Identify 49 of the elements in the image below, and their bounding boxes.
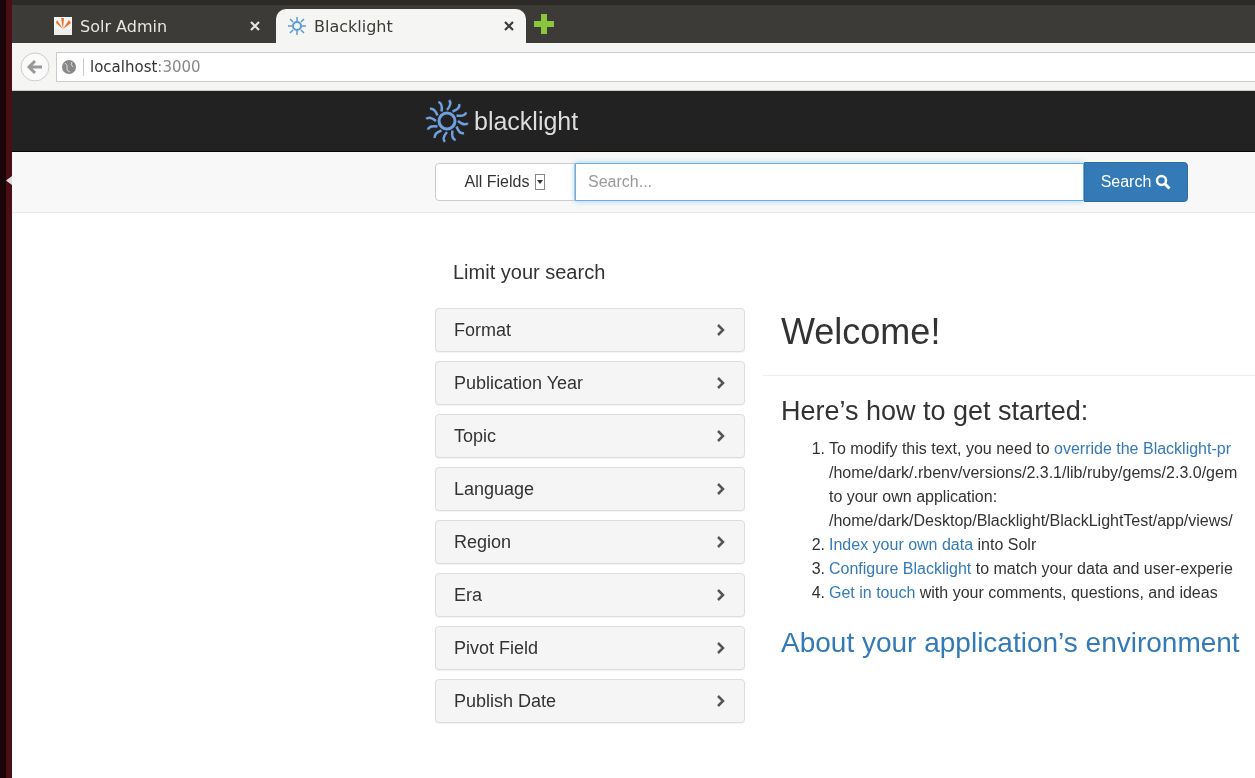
- step-text: Configure Blacklight to match your data and user-experie: [829, 559, 1233, 579]
- close-icon[interactable]: [504, 21, 514, 31]
- step-text: /home/dark/Desktop/Blacklight/BlackLightTest/app/views/: [829, 511, 1234, 531]
- facet-header[interactable]: Era: [435, 573, 745, 617]
- search-field[interactable]: Search...: [575, 163, 1084, 201]
- link[interactable]: Index your own data: [829, 536, 974, 553]
- field-select[interactable]: All Fields: [435, 163, 575, 201]
- list-number: 3.: [810, 559, 825, 579]
- browser-tab[interactable]: Blacklight: [276, 9, 526, 43]
- step-text: to your own application:: [829, 487, 999, 507]
- browser-tab[interactable]: Solr Admin: [42, 9, 272, 43]
- chevron-icon: [716, 324, 726, 336]
- list-number: 2.: [810, 535, 825, 555]
- facet-header[interactable]: Pivot Field: [435, 626, 745, 670]
- link[interactable]: Get in touch: [829, 584, 916, 601]
- search-button[interactable]: Search: [1084, 162, 1188, 202]
- page-title: Welcome!: [763, 311, 1255, 376]
- facet-header[interactable]: Region: [435, 520, 745, 564]
- chevron-icon: [716, 430, 726, 442]
- sidebar-title: Limit your search: [453, 261, 607, 284]
- facet-header[interactable]: Format: [435, 308, 745, 352]
- section-heading: Here’s how to get started:: [781, 396, 1090, 427]
- plus-icon[interactable]: [534, 14, 554, 34]
- url-text: localhost:3000: [83, 57, 201, 76]
- chevron-icon: [716, 377, 726, 389]
- facet-header[interactable]: Language: [435, 467, 745, 511]
- chevron-icon: [716, 695, 726, 707]
- facet-header[interactable]: Topic: [435, 414, 745, 458]
- facet-header[interactable]: Publication Year: [435, 361, 745, 405]
- list-number: 1.: [810, 439, 825, 459]
- link[interactable]: Configure Blacklight: [829, 560, 972, 577]
- brand-name[interactable]: blacklight: [474, 106, 579, 136]
- search-icon: [1155, 174, 1172, 190]
- step-text: Get in touch with your comments, questions, and ideas: [829, 583, 1218, 603]
- chevron-icon: [716, 483, 726, 495]
- chevron-icon: [716, 589, 726, 601]
- address-field[interactable]: localhost:3000: [56, 51, 1255, 82]
- step-text: Index your own data into Solr: [829, 535, 1037, 555]
- solr-logo-icon: [54, 17, 72, 35]
- step-text: To modify this text, you need to override the Blacklight-pr: [829, 439, 1232, 459]
- globe-icon: [61, 58, 77, 75]
- step-text: /home/dark/.rbenv/versions/2.3.1/lib/ruby/gems/2.3.0/gem: [829, 463, 1238, 483]
- list-number: 4.: [810, 583, 825, 603]
- link[interactable]: override the Blacklight-pr: [1054, 440, 1231, 457]
- chevron-icon: [716, 536, 726, 548]
- chevron-icon: [716, 642, 726, 654]
- sun-icon: [288, 17, 306, 35]
- environment-link[interactable]: About your application’s environment: [781, 627, 1255, 659]
- facet-header[interactable]: Publish Date: [435, 679, 745, 723]
